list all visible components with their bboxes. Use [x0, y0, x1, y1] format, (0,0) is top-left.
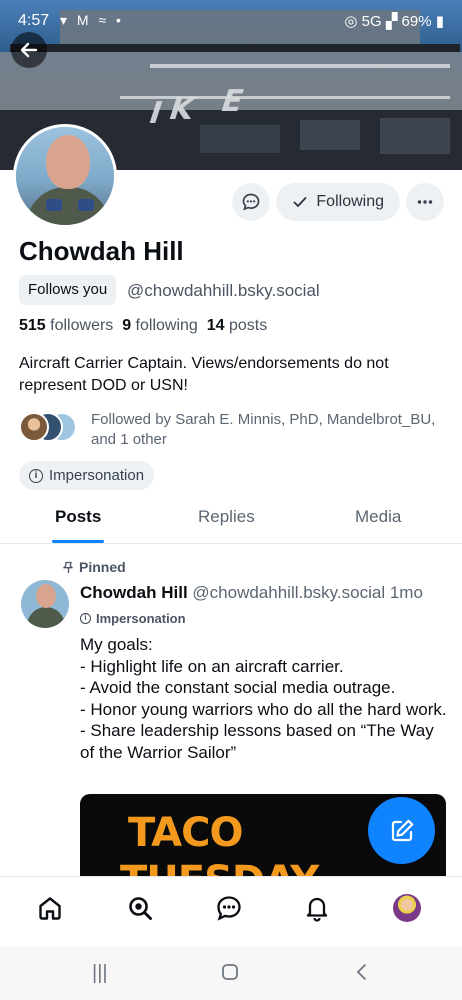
- message-button[interactable]: [232, 183, 271, 221]
- following-count: 9: [122, 317, 132, 334]
- network-label: 5G: [361, 13, 382, 30]
- followers-label: followers: [50, 317, 114, 334]
- back-button[interactable]: [11, 32, 47, 68]
- wifi-icon: ◎: [344, 13, 358, 30]
- battery-percent: 69%: [401, 13, 432, 30]
- followers-count: 515: [19, 317, 46, 334]
- signal-icon: ▞: [385, 13, 398, 30]
- check-icon: [294, 197, 307, 207]
- following-button[interactable]: Following: [276, 183, 400, 221]
- post-author-handle[interactable]: @chowdahhill.bsky.social: [192, 583, 385, 602]
- pin-icon: [63, 561, 73, 573]
- profile-avatar[interactable]: [13, 124, 117, 228]
- post-label-text: Impersonation: [96, 611, 186, 626]
- back-nav-icon[interactable]: [352, 962, 372, 988]
- active-tab-indicator: [52, 540, 104, 543]
- following-count-label: following: [135, 317, 198, 334]
- recent-apps-icon[interactable]: |||: [92, 962, 108, 985]
- profile-handle: @chowdahhill.bsky.social: [127, 281, 320, 300]
- nav-chat[interactable]: [212, 891, 246, 925]
- mutual-avatar: [19, 412, 49, 442]
- follows-you-badge: Follows you: [19, 275, 117, 305]
- status-time: 4:57: [18, 12, 50, 29]
- chat-bubble-icon: [243, 193, 260, 211]
- tab-posts[interactable]: Posts: [55, 507, 101, 527]
- post-author-avatar[interactable]: [21, 580, 69, 628]
- following-label: Following: [316, 193, 384, 210]
- ellipsis-icon: [417, 200, 433, 204]
- tab-replies[interactable]: Replies: [198, 507, 255, 527]
- bottom-navigation: [0, 876, 462, 946]
- post-author-name[interactable]: Chowdah Hill: [80, 583, 188, 602]
- home-icon: [39, 897, 61, 920]
- arrow-left-icon: [20, 42, 38, 58]
- pinned-indicator: Pinned: [62, 559, 126, 575]
- info-icon: i: [80, 613, 91, 624]
- followed-by-text: Followed by Sarah E. Minnis, PhD, Mandel…: [91, 411, 436, 448]
- info-icon: i: [29, 468, 43, 483]
- nav-notifications[interactable]: [300, 891, 334, 925]
- image-text-line: TACO: [128, 810, 243, 856]
- nav-profile[interactable]: [390, 891, 424, 925]
- followers-link[interactable]: 515 followers: [19, 317, 113, 334]
- post-body-text[interactable]: My goals: - Highlight life on an aircraf…: [80, 634, 450, 763]
- known-followers[interactable]: Followed by Sarah E. Minnis, PhD, Mandel…: [19, 408, 439, 448]
- status-right: ◎ 5G ▞ 69% ▮: [344, 12, 444, 30]
- impersonation-label-text: Impersonation: [49, 467, 145, 484]
- posts-stat: 14 posts: [207, 317, 268, 334]
- profile-actions: Following: [232, 183, 444, 221]
- post-header: Chowdah Hill @chowdahhill.bsky.social 1m…: [80, 583, 423, 603]
- bell-icon: [306, 897, 328, 922]
- posts-count: 14: [206, 317, 225, 334]
- home-button-icon[interactable]: [220, 962, 240, 988]
- more-options-button[interactable]: [406, 183, 444, 221]
- compose-post-button[interactable]: [368, 797, 435, 864]
- post-timestamp[interactable]: 1mo: [390, 583, 423, 602]
- compose-icon: [391, 819, 413, 841]
- profile-tabs: Posts Replies Media: [0, 500, 462, 544]
- post-impersonation-label[interactable]: i Impersonation: [80, 611, 186, 626]
- impersonation-label[interactable]: i Impersonation: [19, 461, 155, 490]
- battery-icon: ▮: [435, 13, 444, 30]
- profile-display-name: Chowdah Hill: [19, 236, 184, 266]
- system-navigation-bar: |||: [0, 946, 462, 1000]
- following-link[interactable]: 9 following: [122, 317, 198, 334]
- profile-avatar-icon: [393, 894, 421, 922]
- posts-label: posts: [228, 317, 268, 334]
- tab-media[interactable]: Media: [355, 507, 401, 527]
- status-bar: 4:57 ▾ M ≈ • ◎ 5G ▞ 69% ▮: [0, 0, 462, 44]
- profile-bio: Aircraft Carrier Captain. Views/endorsem…: [19, 355, 389, 394]
- nav-search[interactable]: [123, 891, 157, 925]
- search-icon: [129, 897, 152, 920]
- profile-stats: 515 followers 9 following 14 posts: [19, 317, 267, 335]
- chat-icon: [217, 896, 241, 921]
- notification-icons: ▾ M ≈ •: [60, 12, 124, 28]
- nav-home[interactable]: [33, 891, 67, 925]
- pinned-label: Pinned: [79, 559, 126, 575]
